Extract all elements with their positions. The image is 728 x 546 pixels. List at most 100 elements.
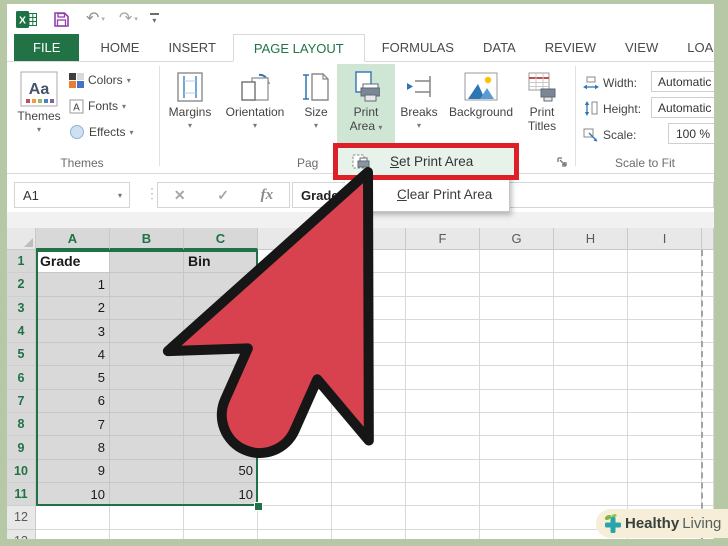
cell-f10[interactable] xyxy=(406,460,480,483)
cell-c4[interactable] xyxy=(184,320,258,343)
cell-i7[interactable] xyxy=(628,390,702,413)
cell-f5[interactable] xyxy=(406,343,480,366)
cell-g7[interactable] xyxy=(480,390,554,413)
cell-b9[interactable] xyxy=(110,436,184,459)
margins-button[interactable]: Margins ▾ xyxy=(163,64,217,156)
cell-f7[interactable] xyxy=(406,390,480,413)
cell-d11[interactable] xyxy=(258,483,332,506)
cell-h2[interactable] xyxy=(554,273,628,296)
cell-d3[interactable] xyxy=(258,297,332,320)
cell-c5[interactable]: 9 xyxy=(184,343,258,366)
cell-a4[interactable]: 3 xyxy=(36,320,110,343)
cell-b1[interactable] xyxy=(110,250,184,273)
tab-data[interactable]: DATA xyxy=(471,34,528,61)
save-button[interactable] xyxy=(53,11,70,28)
cell-h5[interactable] xyxy=(554,343,628,366)
cell-i10[interactable] xyxy=(628,460,702,483)
orientation-button[interactable]: Orientation ▾ xyxy=(219,64,291,156)
cell-d8[interactable] xyxy=(258,413,332,436)
cell-g6[interactable] xyxy=(480,366,554,389)
cell-g13[interactable] xyxy=(480,530,554,539)
cell-g10[interactable] xyxy=(480,460,554,483)
cell-h4[interactable] xyxy=(554,320,628,343)
row-header-4[interactable]: 4 xyxy=(7,320,36,343)
cell-i1[interactable] xyxy=(628,250,702,273)
row-header-10[interactable]: 10 xyxy=(7,460,36,483)
row-header-1[interactable]: 1 xyxy=(7,250,36,273)
undo-button[interactable]: ↶ ▾ xyxy=(86,11,105,27)
redo-caret-icon[interactable]: ▾ xyxy=(134,15,138,23)
cell-d1[interactable] xyxy=(258,250,332,273)
effects-button[interactable]: Effects ▾ xyxy=(69,122,133,142)
cell-c8[interactable] xyxy=(184,413,258,436)
cell-e2[interactable] xyxy=(332,273,406,296)
cell-c2[interactable] xyxy=(184,273,258,296)
cancel-icon[interactable]: ✕ xyxy=(174,187,186,204)
row-header-3[interactable]: 3 xyxy=(7,297,36,320)
column-header-partial[interactable] xyxy=(702,228,714,250)
cell-i4[interactable] xyxy=(628,320,702,343)
cell-c3[interactable] xyxy=(184,297,258,320)
cell-i2[interactable] xyxy=(628,273,702,296)
fill-handle[interactable] xyxy=(254,502,263,511)
cell-e10[interactable] xyxy=(332,460,406,483)
undo-caret-icon[interactable]: ▾ xyxy=(101,15,105,23)
size-button[interactable]: Size ▾ xyxy=(295,64,337,156)
column-header-g[interactable]: G xyxy=(480,228,554,250)
cell-c11[interactable]: 10 xyxy=(184,483,258,506)
column-header-c[interactable]: C xyxy=(184,228,258,250)
name-box[interactable]: A1 ▾ xyxy=(14,182,130,208)
cell-g4[interactable] xyxy=(480,320,554,343)
cell-b10[interactable] xyxy=(110,460,184,483)
select-all-corner[interactable] xyxy=(7,228,36,250)
cell-h1[interactable] xyxy=(554,250,628,273)
cell-e1[interactable] xyxy=(332,250,406,273)
cell-h10[interactable] xyxy=(554,460,628,483)
cell-h7[interactable] xyxy=(554,390,628,413)
cell-i5[interactable] xyxy=(628,343,702,366)
cell-i8[interactable] xyxy=(628,413,702,436)
row-header-13[interactable]: 13 xyxy=(7,530,36,539)
cell-g2[interactable] xyxy=(480,273,554,296)
tab-file[interactable]: FILE xyxy=(14,34,79,61)
width-select[interactable]: Automatic xyxy=(651,71,714,92)
column-header-h[interactable]: H xyxy=(554,228,628,250)
cell-c10[interactable]: 50 xyxy=(184,460,258,483)
cell-a6[interactable]: 5 xyxy=(36,366,110,389)
cell-g1[interactable] xyxy=(480,250,554,273)
cell-f8[interactable] xyxy=(406,413,480,436)
tab-page-layout[interactable]: PAGE LAYOUT xyxy=(233,34,365,62)
height-select[interactable]: Automatic xyxy=(651,97,714,118)
cell-a11[interactable]: 10 xyxy=(36,483,110,506)
cell-d9[interactable] xyxy=(258,436,332,459)
cell-b2[interactable] xyxy=(110,273,184,296)
cell-f3[interactable] xyxy=(406,297,480,320)
cell-e11[interactable] xyxy=(332,483,406,506)
cell-h8[interactable] xyxy=(554,413,628,436)
cell-f9[interactable] xyxy=(406,436,480,459)
cell-b4[interactable] xyxy=(110,320,184,343)
insert-function-icon[interactable]: fx xyxy=(261,187,274,204)
tab-formulas[interactable]: FORMULAS xyxy=(370,34,466,61)
cell-b3[interactable] xyxy=(110,297,184,320)
colors-button[interactable]: Colors ▾ xyxy=(69,70,131,90)
cell-i6[interactable] xyxy=(628,366,702,389)
cell-a5[interactable]: 4 xyxy=(36,343,110,366)
customize-qat-button[interactable]: ▾ xyxy=(150,13,159,25)
cell-g5[interactable] xyxy=(480,343,554,366)
cell-c6[interactable]: 1 xyxy=(184,366,258,389)
row-header-9[interactable]: 9 xyxy=(7,436,36,459)
cell-a2[interactable]: 1 xyxy=(36,273,110,296)
name-box-caret-icon[interactable]: ▾ xyxy=(118,191,129,200)
cell-c12[interactable] xyxy=(184,506,258,529)
cell-b12[interactable] xyxy=(110,506,184,529)
cell-g9[interactable] xyxy=(480,436,554,459)
fonts-button[interactable]: A Fonts ▾ xyxy=(69,96,126,116)
cell-e5[interactable] xyxy=(332,343,406,366)
cell-g11[interactable] xyxy=(480,483,554,506)
cell-f4[interactable] xyxy=(406,320,480,343)
cell-e3[interactable] xyxy=(332,297,406,320)
cell-a13[interactable] xyxy=(36,530,110,539)
cell-g3[interactable] xyxy=(480,297,554,320)
cell-b8[interactable] xyxy=(110,413,184,436)
